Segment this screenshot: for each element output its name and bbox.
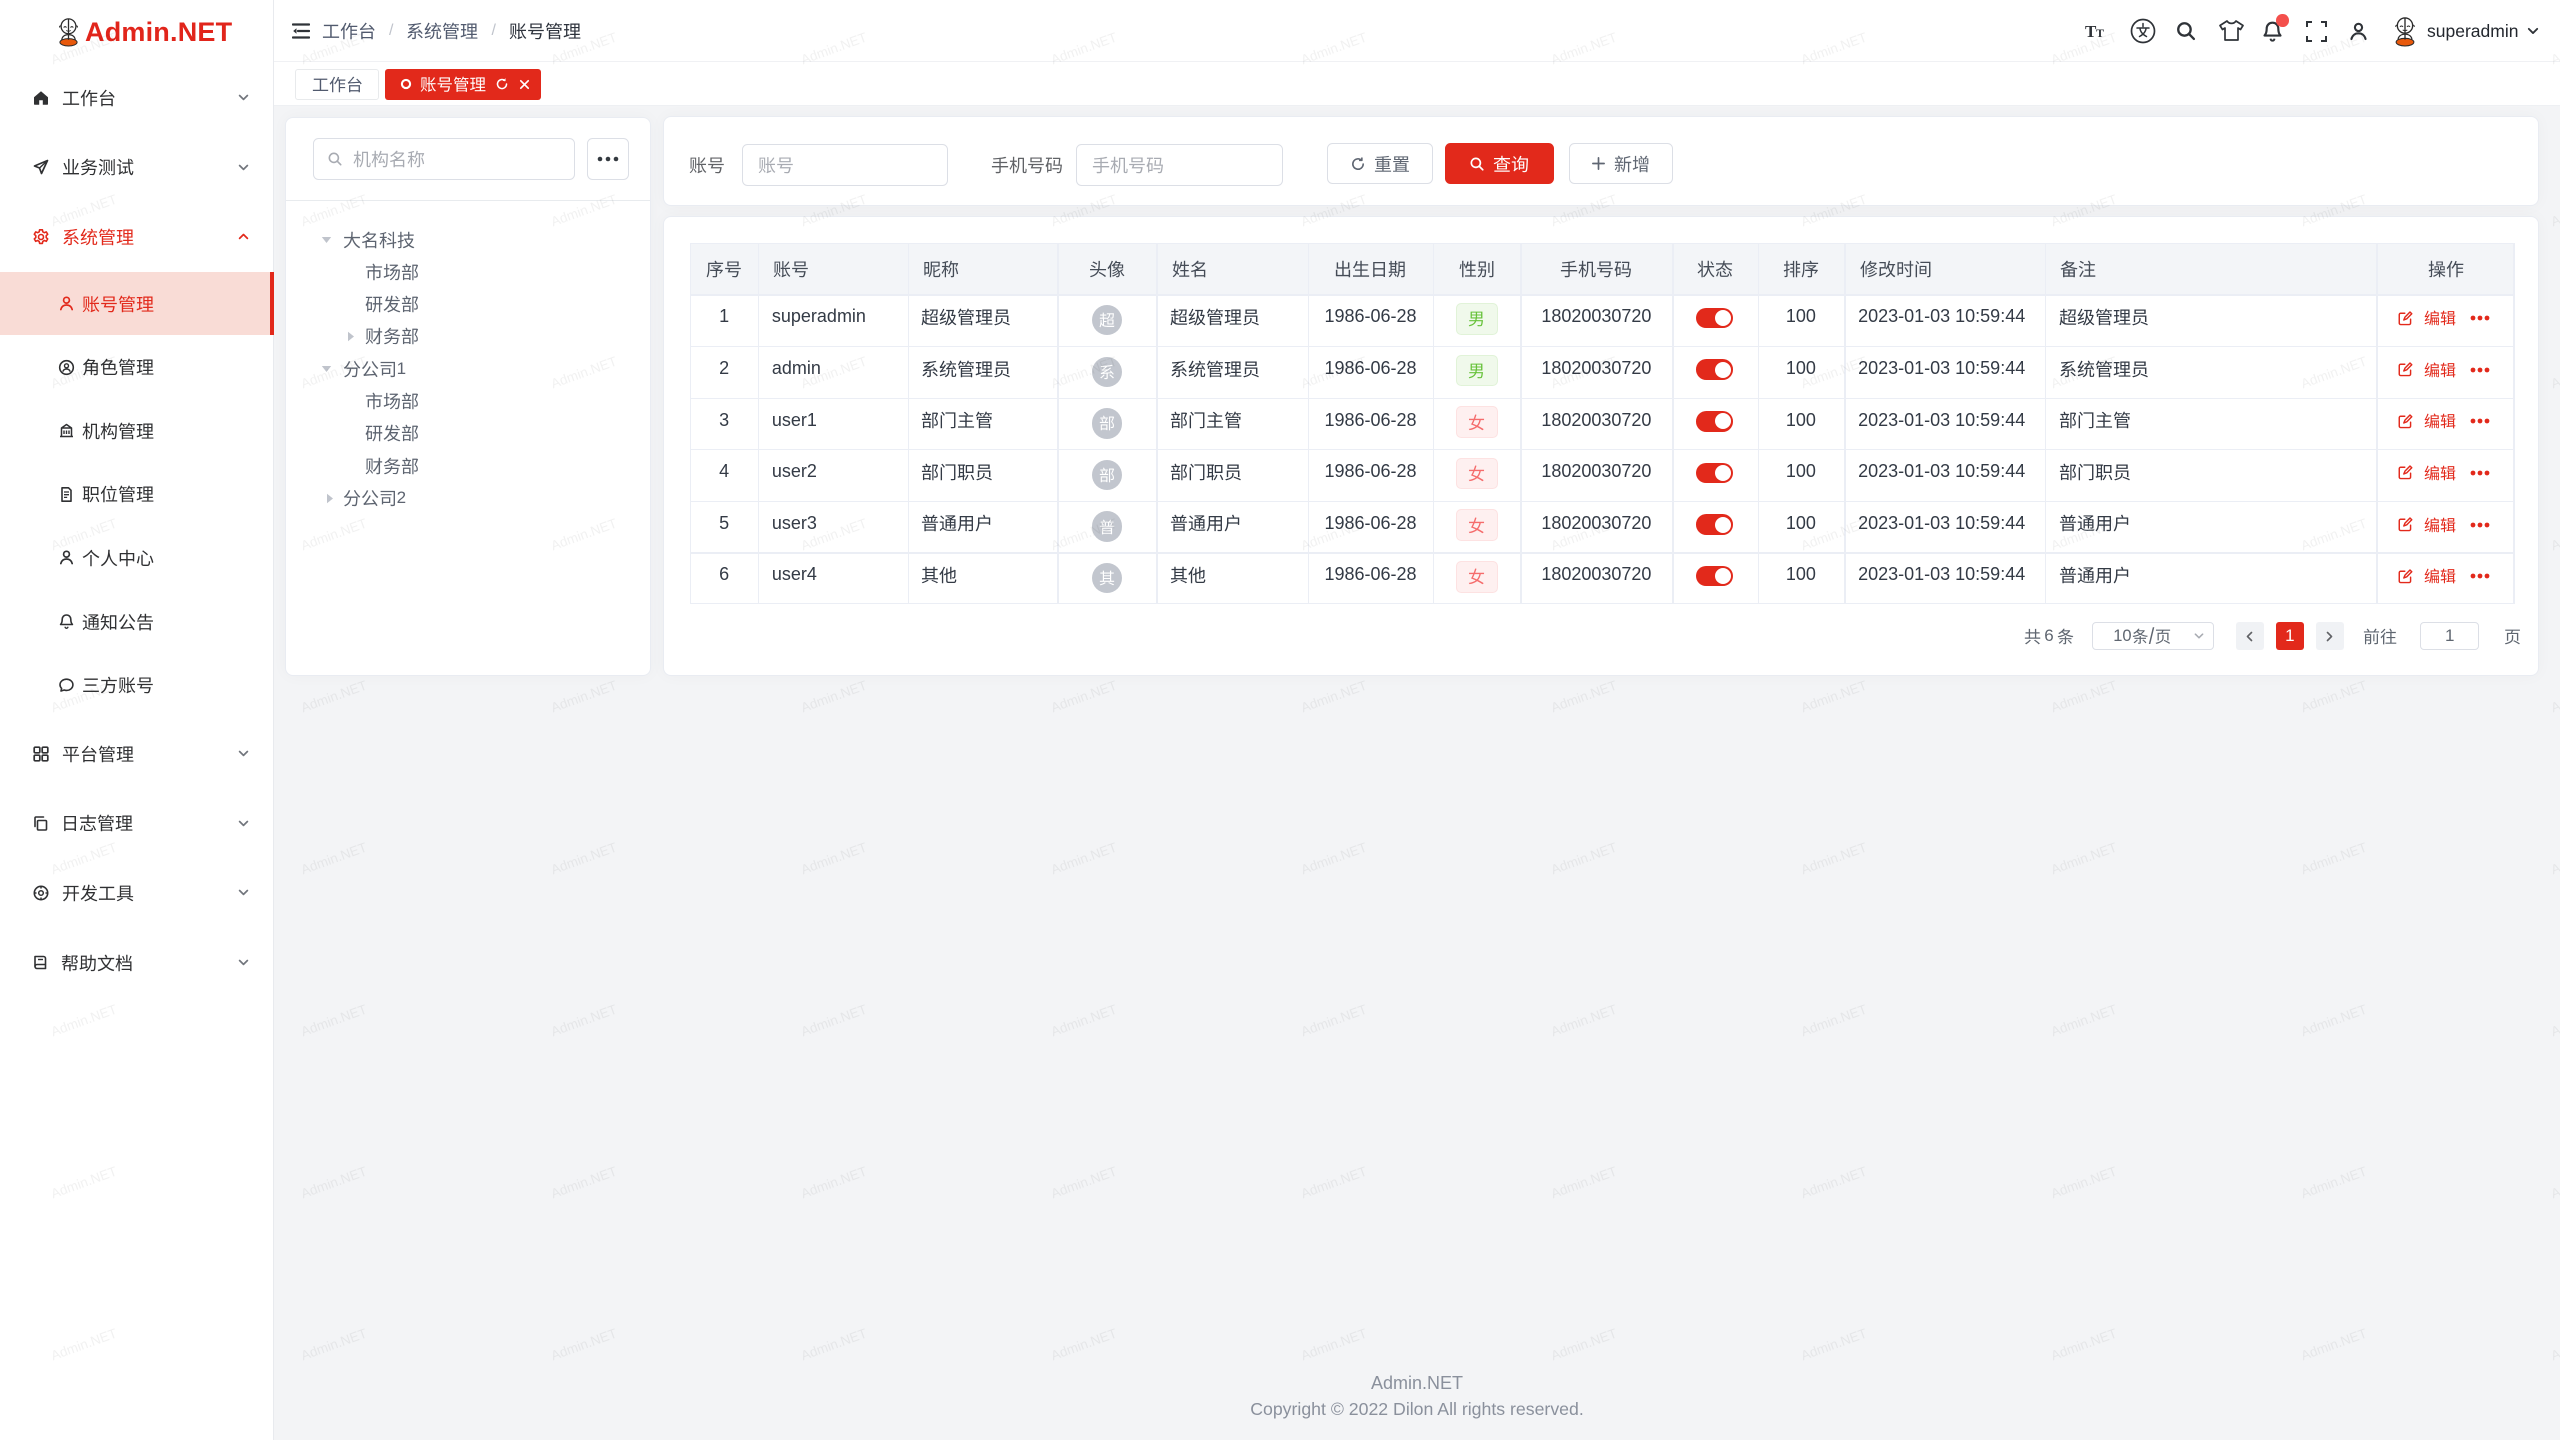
svg-text:T: T bbox=[2096, 26, 2104, 40]
